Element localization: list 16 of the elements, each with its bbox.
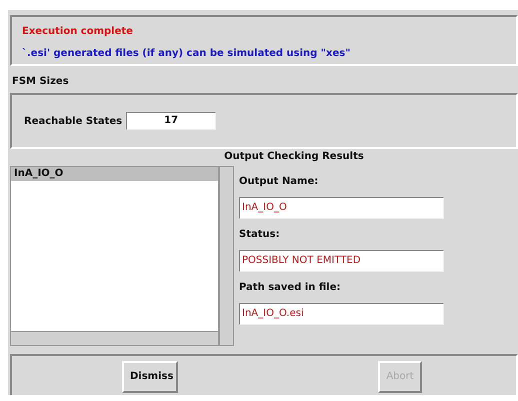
list-item[interactable]: InA_IO_O [11,167,218,181]
value-field[interactable]: POSSIBLY NOT EMITTED [239,250,444,272]
dialog-button[interactable]: Dismiss [122,360,178,392]
status-message: `.esi' generated files (if any) can be simulated using "xes" [22,47,352,61]
vertical-scrollbar[interactable] [219,166,234,346]
horizontal-scrollbar[interactable] [11,331,218,345]
field-label: Reachable States [24,114,122,128]
field-label: Status: [239,228,281,242]
field-label: Output Name: [239,175,320,189]
value-field[interactable]: InA_IO_O.esi [239,303,444,325]
value-field[interactable]: InA_IO_O [239,197,444,219]
field-label: Path saved in file: [239,281,342,295]
status-message: Execution complete [22,25,134,39]
value-field[interactable]: 17 [126,112,216,130]
section-title: Output Checking Results [223,150,365,164]
section-title: FSM Sizes [11,75,70,89]
